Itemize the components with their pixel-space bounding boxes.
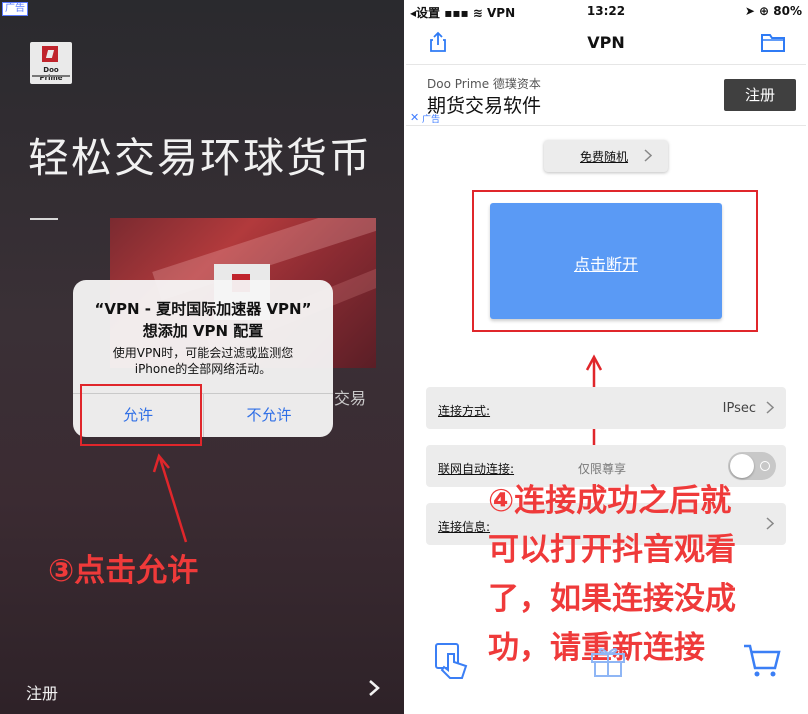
ad-brand: Doo Prime 德璞资本	[427, 77, 541, 91]
disconnect-label: 点击断开	[573, 255, 638, 274]
register-link[interactable]: 注册	[26, 680, 58, 704]
auto-connect-toggle[interactable]	[728, 452, 776, 480]
doo-prime-mark-icon	[42, 46, 58, 62]
folder-icon[interactable]	[760, 31, 786, 53]
alert-message-line2: iPhone的全部网络活动。	[134, 362, 272, 376]
auto-connect-label: 联网自动连接:	[438, 462, 515, 476]
chevron-right-icon	[766, 517, 774, 530]
ad-headline: 期货交易软件	[427, 95, 542, 117]
ad-register-button[interactable]: 注册	[724, 79, 796, 111]
alert-title-line2: 想添加 VPN 配置	[142, 322, 264, 340]
cart-icon[interactable]	[742, 640, 782, 680]
status-bar: ◂设置 ▪▪▪ ≋ VPN 13:22 ➤ ⊕ 80%	[404, 0, 808, 22]
auto-connect-sub: 仅限尊享	[578, 462, 627, 476]
hero-side-text: 交易	[334, 389, 367, 408]
connection-info-label: 连接信息:	[438, 520, 491, 534]
ad-banner[interactable]: Doo Prime 德璞资本 期货交易软件 注册 ✕ 广告	[406, 64, 806, 126]
right-screen: ◂设置 ▪▪▪ ≋ VPN 13:22 ➤ ⊕ 80% VPN Doo Prim…	[404, 0, 808, 714]
free-random-label: 免费随机	[580, 150, 629, 164]
free-random-button[interactable]: 免费随机	[544, 140, 668, 172]
hero-headline: 轻松交易环球货币	[28, 134, 372, 182]
status-right: ➤ ⊕ 80%	[744, 4, 802, 18]
annotation-arrow-up-icon	[152, 453, 188, 543]
ad-tag: 广告	[2, 2, 28, 16]
nav-bar: VPN	[404, 22, 808, 62]
step3-caption: ③点击允许	[48, 553, 199, 589]
alert-title-line1: “VPN - 夏时国际加速器 VPN”	[94, 300, 312, 318]
hand-tap-icon[interactable]	[432, 640, 472, 680]
connection-method-label: 连接方式:	[438, 404, 491, 418]
nav-title: VPN	[587, 33, 625, 52]
headline-dash	[30, 218, 58, 220]
chevron-right-icon[interactable]	[368, 679, 380, 697]
ad-label: 广告	[422, 115, 441, 125]
alert-message-line1: 使用VPN时，可能会过滤或监测您	[112, 346, 294, 360]
connection-method-value: IPsec	[722, 401, 756, 416]
chevron-right-icon	[644, 149, 652, 162]
left-screen: 广告 Doo Prime 轻松交易环球货币 交易 “VPN - 夏时国际加速器 …	[0, 0, 404, 714]
ad-close-icon[interactable]: ✕	[410, 111, 419, 124]
doo-prime-logo: Doo Prime	[30, 42, 72, 84]
chevron-right-icon	[766, 401, 774, 414]
disconnect-button[interactable]: 点击断开	[490, 203, 722, 319]
gift-icon[interactable]	[588, 640, 628, 680]
highlight-box-allow	[80, 384, 202, 446]
deny-button[interactable]: 不允许	[204, 393, 333, 437]
logo-subline	[32, 75, 70, 77]
logo-brand-text: Doo Prime	[39, 66, 63, 82]
connection-method-row[interactable]: 连接方式: IPsec	[426, 387, 786, 429]
